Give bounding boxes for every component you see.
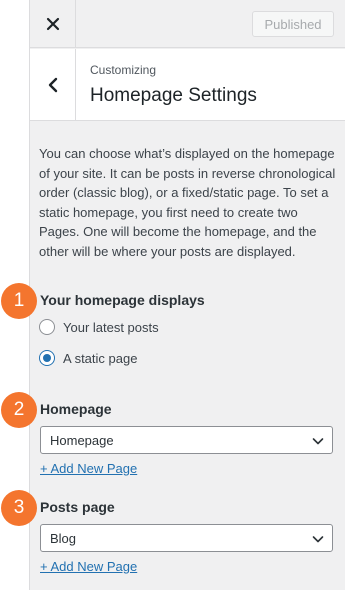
callout-badge-3: 3 — [1, 490, 37, 526]
chevron-down-icon — [312, 536, 324, 543]
callout-badge-2: 2 — [1, 392, 37, 428]
chevron-down-icon — [312, 438, 324, 445]
add-new-page-link-posts[interactable]: + Add New Page — [40, 559, 137, 574]
close-icon — [46, 17, 59, 31]
radio-button[interactable] — [39, 350, 55, 366]
published-button[interactable]: Published — [252, 11, 334, 37]
radio-label: Your latest posts — [63, 319, 159, 335]
radio-label: A static page — [63, 350, 138, 366]
posts-page-title: Posts page — [40, 499, 115, 515]
posts-page-select-value: Blog — [50, 530, 77, 546]
section-header: Customizing Homepage Settings — [30, 49, 345, 121]
posts-page-select[interactable]: Blog — [40, 524, 333, 552]
add-new-page-link-homepage[interactable]: + Add New Page — [40, 461, 137, 476]
callout-badge-1: 1 — [1, 283, 37, 319]
chevron-left-icon — [48, 77, 57, 92]
customizer-topbar: Published — [30, 0, 345, 48]
homepage-displays-title: Your homepage displays — [40, 292, 205, 308]
homepage-select[interactable]: Homepage — [40, 426, 333, 454]
radio-static-page[interactable]: A static page — [39, 350, 137, 366]
customizer-panel: Published Customizing Homepage Settings … — [29, 0, 345, 590]
section-description: You can choose what’s displayed on the h… — [39, 146, 336, 259]
radio-latest-posts[interactable]: Your latest posts — [39, 319, 159, 335]
radio-button[interactable] — [39, 319, 55, 335]
section-title: Homepage Settings — [90, 85, 257, 106]
homepage-select-value: Homepage — [50, 432, 114, 448]
back-button[interactable] — [30, 49, 76, 120]
customizing-label: Customizing — [90, 63, 157, 77]
close-button[interactable] — [30, 0, 76, 48]
homepage-title: Homepage — [40, 401, 112, 417]
